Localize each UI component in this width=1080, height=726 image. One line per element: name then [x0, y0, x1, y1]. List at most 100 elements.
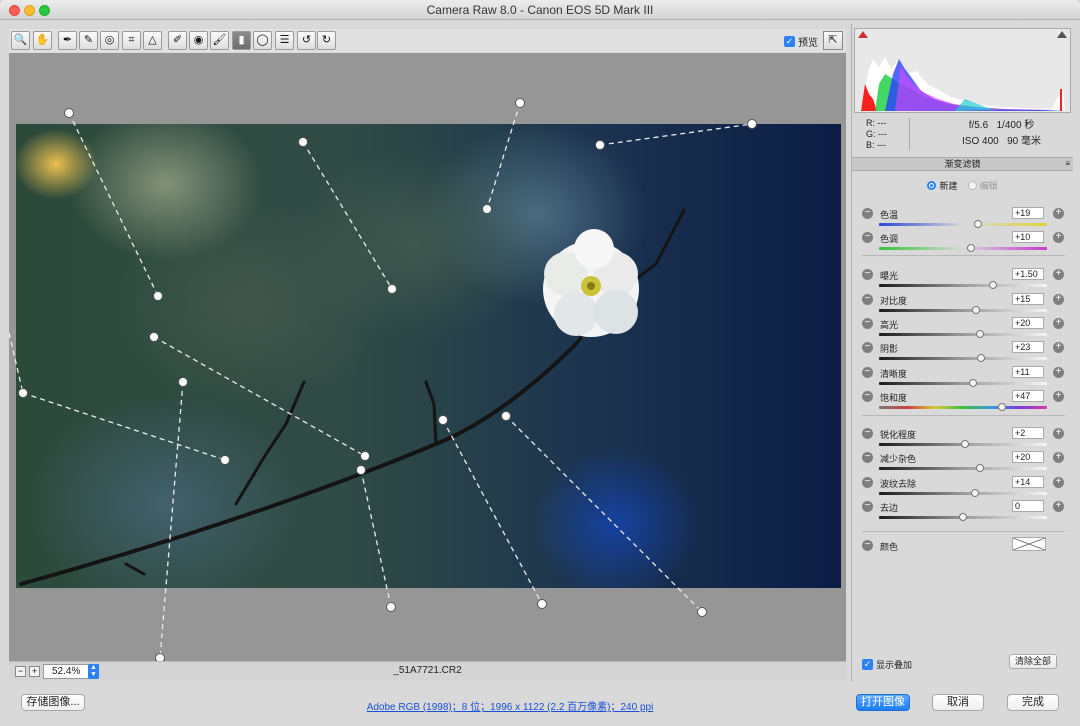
color-sampler-icon[interactable]: ✎: [79, 31, 98, 50]
cancel-button[interactable]: 取消: [932, 694, 984, 711]
noise-reduction-thumb[interactable]: [975, 464, 984, 472]
white-balance-icon[interactable]: ✒: [58, 31, 77, 50]
color-temp-increase-icon[interactable]: +: [1053, 208, 1064, 219]
contrast-track[interactable]: [879, 309, 1047, 312]
highlights-thumb[interactable]: [975, 330, 984, 338]
highlights-decrease-icon[interactable]: −: [862, 318, 873, 329]
filter-pin[interactable]: [386, 602, 396, 612]
moire-reduction-decrease-icon[interactable]: −: [862, 477, 873, 488]
clarity-value-field[interactable]: +11: [1012, 366, 1044, 378]
close-window-icon[interactable]: [9, 5, 20, 16]
filter-pin[interactable]: [438, 415, 448, 425]
tint-decrease-icon[interactable]: −: [862, 232, 873, 243]
exposure-value-field[interactable]: +1.50: [1012, 268, 1044, 280]
shadows-track[interactable]: [879, 357, 1047, 360]
exposure-increase-icon[interactable]: +: [1053, 269, 1064, 280]
preview-toggle[interactable]: ✓ 预览: [784, 34, 818, 49]
saturation-thumb[interactable]: [997, 403, 1006, 411]
filter-pin[interactable]: [64, 108, 74, 118]
spot-removal-icon[interactable]: ✐: [168, 31, 187, 50]
shadows-thumb[interactable]: [977, 354, 986, 362]
image-canvas[interactable]: [9, 53, 846, 661]
crop-icon[interactable]: ⌗: [122, 31, 141, 50]
show-overlay-toggle[interactable]: ✓ 显示叠加: [862, 658, 912, 671]
defringe-value-field[interactable]: 0: [1012, 500, 1044, 512]
filter-pin[interactable]: [153, 291, 163, 301]
filter-pin[interactable]: [18, 388, 28, 398]
exposure-thumb[interactable]: [989, 281, 998, 289]
color-swatch[interactable]: [1012, 537, 1046, 551]
filter-pin[interactable]: [356, 465, 366, 475]
rotate-right-icon[interactable]: ↻: [317, 31, 336, 50]
highlights-track[interactable]: [879, 333, 1047, 336]
highlights-increase-icon[interactable]: +: [1053, 318, 1064, 329]
minimize-window-icon[interactable]: [24, 5, 35, 16]
filter-pin[interactable]: [482, 204, 492, 214]
done-button[interactable]: 完成: [1007, 694, 1059, 711]
color-minus-icon[interactable]: −: [862, 540, 873, 551]
contrast-decrease-icon[interactable]: −: [862, 294, 873, 305]
filter-pin[interactable]: [220, 455, 230, 465]
rotate-left-icon[interactable]: ↺: [297, 31, 316, 50]
straighten-icon[interactable]: △: [143, 31, 162, 50]
target-adjust-icon[interactable]: ◎: [100, 31, 119, 50]
tint-thumb[interactable]: [967, 244, 976, 252]
mode-edit[interactable]: 编辑: [967, 181, 998, 191]
moire-reduction-value-field[interactable]: +14: [1012, 476, 1044, 488]
preview-checkbox[interactable]: ✓: [784, 36, 795, 47]
preferences-icon[interactable]: ☰: [275, 31, 294, 50]
filter-pin[interactable]: [298, 137, 308, 147]
tint-value-field[interactable]: +10: [1012, 231, 1044, 243]
exposure-track[interactable]: [879, 284, 1047, 287]
defringe-decrease-icon[interactable]: −: [862, 501, 873, 512]
saturation-value-field[interactable]: +47: [1012, 390, 1044, 402]
noise-reduction-value-field[interactable]: +20: [1012, 451, 1044, 463]
color-temp-thumb[interactable]: [974, 220, 983, 228]
defringe-increase-icon[interactable]: +: [1053, 501, 1064, 512]
exposure-decrease-icon[interactable]: −: [862, 269, 873, 280]
color-temp-value-field[interactable]: +19: [1012, 207, 1044, 219]
clarity-thumb[interactable]: [969, 379, 978, 387]
red-eye-icon[interactable]: ◉: [189, 31, 208, 50]
hand-icon[interactable]: ✋: [33, 31, 52, 50]
filter-pin[interactable]: [387, 284, 397, 294]
filter-pin[interactable]: [149, 332, 159, 342]
sharpness-value-field[interactable]: +2: [1012, 427, 1044, 439]
highlight-clip-warning-icon[interactable]: [1057, 31, 1067, 38]
sharpness-thumb[interactable]: [960, 440, 969, 448]
shadows-value-field[interactable]: +23: [1012, 341, 1044, 353]
adjustment-brush-icon[interactable]: 🖌: [210, 31, 229, 50]
filter-pin[interactable]: [360, 451, 370, 461]
moire-reduction-thumb[interactable]: [970, 489, 979, 497]
filter-pin[interactable]: [515, 98, 525, 108]
contrast-thumb[interactable]: [972, 306, 981, 314]
color-temp-track[interactable]: [879, 223, 1047, 226]
defringe-thumb[interactable]: [959, 513, 967, 521]
noise-reduction-decrease-icon[interactable]: −: [862, 452, 873, 463]
filter-pin[interactable]: [595, 140, 605, 150]
fullscreen-button[interactable]: ⇱: [823, 31, 843, 50]
clarity-decrease-icon[interactable]: −: [862, 367, 873, 378]
saturation-increase-icon[interactable]: +: [1053, 391, 1064, 402]
clarity-increase-icon[interactable]: +: [1053, 367, 1064, 378]
sharpness-decrease-icon[interactable]: −: [862, 428, 873, 439]
zoom-window-icon[interactable]: [39, 5, 50, 16]
moire-reduction-track[interactable]: [879, 492, 1047, 495]
clear-all-button[interactable]: 清除全部: [1009, 654, 1057, 669]
zoom-icon[interactable]: 🔍: [11, 31, 30, 50]
noise-reduction-track[interactable]: [879, 467, 1047, 470]
noise-reduction-increase-icon[interactable]: +: [1053, 452, 1064, 463]
mode-new[interactable]: 新建: [927, 181, 957, 191]
filter-pin[interactable]: [747, 119, 757, 129]
open-image-button[interactable]: 打开图像: [856, 694, 910, 711]
filter-pin[interactable]: [697, 607, 707, 617]
graduated-filter-icon[interactable]: ▮: [232, 31, 251, 50]
contrast-value-field[interactable]: +15: [1012, 293, 1044, 305]
shadow-clip-warning-icon[interactable]: [858, 31, 868, 38]
saturation-decrease-icon[interactable]: −: [862, 391, 873, 402]
filter-pin[interactable]: [537, 599, 547, 609]
panel-menu-icon[interactable]: ≡: [1065, 158, 1070, 170]
shadows-decrease-icon[interactable]: −: [862, 342, 873, 353]
tint-track[interactable]: [879, 247, 1047, 250]
contrast-increase-icon[interactable]: +: [1053, 294, 1064, 305]
